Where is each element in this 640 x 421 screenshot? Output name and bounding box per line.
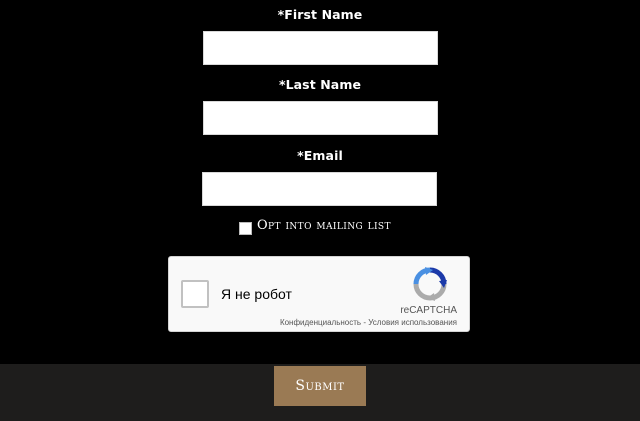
recaptcha-widget: Я не робот reCAPTCHA Конфиденциальность … bbox=[168, 256, 470, 332]
recaptcha-brand: reCAPTCHA bbox=[400, 305, 457, 316]
mailing-list-optin[interactable]: Opt into mailing list bbox=[239, 219, 391, 235]
recaptcha-logo-icon bbox=[413, 267, 447, 301]
recaptcha-links: Конфиденциальность - Условия использован… bbox=[269, 318, 457, 327]
privacy-link[interactable]: Конфиденциальность bbox=[280, 318, 361, 327]
recaptcha-label: Я не робот bbox=[221, 286, 292, 302]
first-name-input[interactable] bbox=[203, 31, 438, 65]
first-name-label: *First Name bbox=[277, 7, 363, 22]
submit-button[interactable]: Submit bbox=[274, 366, 366, 406]
recaptcha-checkbox[interactable] bbox=[181, 280, 209, 308]
optin-checkbox[interactable] bbox=[239, 222, 252, 235]
optin-label: Opt into mailing list bbox=[257, 218, 391, 233]
signup-form: *First Name *Last Name *Email Opt into m… bbox=[0, 0, 640, 364]
last-name-label: *Last Name bbox=[278, 77, 362, 92]
email-label: *Email bbox=[297, 148, 343, 163]
terms-link[interactable]: Условия использования bbox=[368, 318, 457, 327]
email-input[interactable] bbox=[202, 172, 437, 206]
last-name-input[interactable] bbox=[203, 101, 438, 135]
